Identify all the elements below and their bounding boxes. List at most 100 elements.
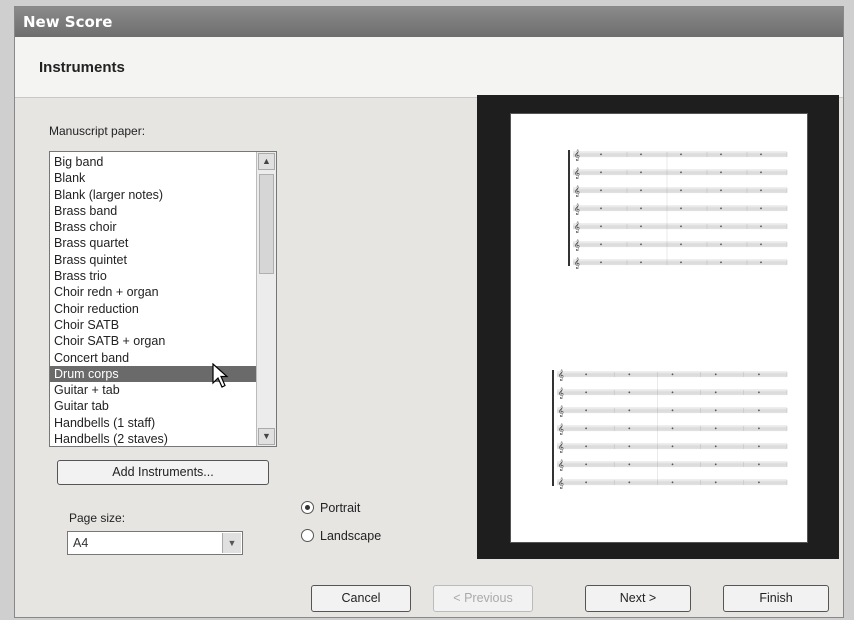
manuscript-list-items: Big band Blank Blank (larger notes) Brass b… — [50, 154, 256, 446]
next-button[interactable]: Next > — [585, 585, 691, 612]
rest-mark — [671, 445, 674, 448]
rest-mark — [758, 391, 760, 394]
scroll-down-button[interactable]: ▼ — [258, 428, 275, 445]
rest-mark — [671, 373, 674, 376]
previous-button[interactable]: < Previous — [433, 585, 533, 612]
rest-mark — [640, 261, 642, 264]
staff-preview: 𝄞 𝄞 𝄞 𝄞 𝄞 𝄞 𝄞 𝄞 𝄞 𝄞 𝄞 𝄞 𝄞 𝄞 — [552, 149, 788, 489]
list-item[interactable]: Blank — [50, 170, 256, 186]
list-item[interactable]: Choir redn + organ — [50, 284, 256, 300]
rest-mark — [585, 391, 588, 394]
rest-mark — [628, 427, 631, 430]
window-title: New Score — [23, 13, 113, 31]
treble-clef-icon: 𝄞 — [574, 149, 580, 161]
rest-mark — [680, 189, 682, 192]
rest-mark — [758, 445, 760, 448]
list-item[interactable]: Choir SATB + organ — [50, 333, 256, 349]
scroll-thumb[interactable] — [259, 174, 274, 274]
chevron-down-icon[interactable]: ▼ — [222, 533, 241, 553]
rest-mark — [585, 445, 588, 448]
rest-mark — [714, 445, 717, 448]
treble-clef-icon: 𝄞 — [574, 185, 580, 197]
rest-mark — [628, 445, 631, 448]
portrait-label: Portrait — [320, 501, 361, 515]
treble-clef-icon: 𝄞 — [558, 477, 564, 489]
rest-mark — [760, 153, 762, 156]
treble-clef-icon: 𝄞 — [574, 203, 580, 215]
treble-clef-icon: 𝄞 — [574, 221, 580, 233]
portrait-radio[interactable] — [301, 501, 314, 514]
rest-mark — [714, 373, 717, 376]
page-size-select[interactable]: A4 ▼ — [67, 531, 243, 555]
rest-mark — [640, 225, 642, 228]
rest-mark — [628, 373, 631, 376]
rest-mark — [600, 207, 602, 210]
cancel-button[interactable]: Cancel — [311, 585, 411, 612]
score-preview-page: 𝄞 𝄞 𝄞 𝄞 𝄞 𝄞 𝄞 𝄞 𝄞 𝄞 𝄞 𝄞 𝄞 𝄞 — [510, 113, 808, 543]
mouse-cursor-icon — [212, 363, 229, 388]
list-item[interactable]: Handbells (2 staves) — [50, 431, 256, 446]
rest-mark — [671, 391, 674, 394]
rest-mark — [640, 171, 642, 174]
list-item[interactable]: Handbells (1 staff) — [50, 415, 256, 431]
rest-mark — [720, 153, 722, 156]
rest-mark — [720, 243, 722, 246]
rest-mark — [680, 153, 682, 156]
list-item[interactable]: Guitar tab — [50, 398, 256, 414]
rest-mark — [640, 243, 642, 246]
rest-mark — [585, 373, 588, 376]
rest-mark — [714, 409, 717, 412]
rest-mark — [720, 261, 722, 264]
rest-mark — [680, 225, 682, 228]
list-item[interactable]: Brass choir — [50, 219, 256, 235]
rest-mark — [628, 409, 631, 412]
manuscript-paper-list[interactable]: Big band Blank Blank (larger notes) Brass b… — [49, 151, 277, 447]
dialog-header: Instruments — [15, 37, 843, 98]
treble-clef-icon: 𝄞 — [574, 257, 580, 269]
rest-mark — [585, 427, 588, 430]
rest-mark — [680, 171, 682, 174]
treble-clef-icon: 𝄞 — [574, 167, 580, 179]
rest-mark — [628, 391, 631, 394]
page-size-label: Page size: — [69, 511, 126, 525]
add-instruments-button[interactable]: Add Instruments... — [57, 460, 269, 485]
finish-button[interactable]: Finish — [723, 585, 829, 612]
list-item[interactable]: Brass band — [50, 203, 256, 219]
treble-clef-icon: 𝄞 — [574, 239, 580, 251]
rest-mark — [758, 481, 760, 484]
rest-mark — [758, 463, 760, 466]
score-preview-frame: 𝄞 𝄞 𝄞 𝄞 𝄞 𝄞 𝄞 𝄞 𝄞 𝄞 𝄞 𝄞 𝄞 𝄞 — [477, 95, 839, 559]
title-bar: New Score — [15, 7, 843, 37]
rest-mark — [714, 391, 717, 394]
rest-mark — [714, 463, 717, 466]
rest-mark — [720, 171, 722, 174]
rest-mark — [640, 153, 642, 156]
list-item[interactable]: Choir SATB — [50, 317, 256, 333]
list-item[interactable]: Choir reduction — [50, 301, 256, 317]
rest-mark — [600, 189, 602, 192]
rest-mark — [628, 463, 631, 466]
rest-mark — [714, 481, 717, 484]
treble-clef-icon: 𝄞 — [558, 405, 564, 417]
list-item[interactable]: Brass quartet — [50, 235, 256, 251]
rest-mark — [680, 243, 682, 246]
rest-mark — [585, 481, 588, 484]
landscape-label: Landscape — [320, 529, 382, 543]
section-heading: Instruments — [39, 59, 125, 76]
list-item[interactable]: Brass quintet — [50, 252, 256, 268]
treble-clef-icon: 𝄞 — [558, 387, 564, 399]
scroll-up-button[interactable]: ▲ — [258, 153, 275, 170]
list-item[interactable]: Big band — [50, 154, 256, 170]
list-scrollbar[interactable]: ▲ ▼ — [256, 152, 276, 446]
page-size-value: A4 — [73, 536, 89, 550]
rest-mark — [671, 427, 674, 430]
landscape-radio[interactable] — [301, 529, 314, 542]
list-item[interactable]: Blank (larger notes) — [50, 187, 256, 203]
rest-mark — [720, 189, 722, 192]
rest-mark — [760, 225, 762, 228]
rest-mark — [671, 481, 674, 484]
rest-mark — [760, 207, 762, 210]
list-item[interactable]: Brass trio — [50, 268, 256, 284]
rest-mark — [640, 189, 642, 192]
rest-mark — [680, 261, 682, 264]
